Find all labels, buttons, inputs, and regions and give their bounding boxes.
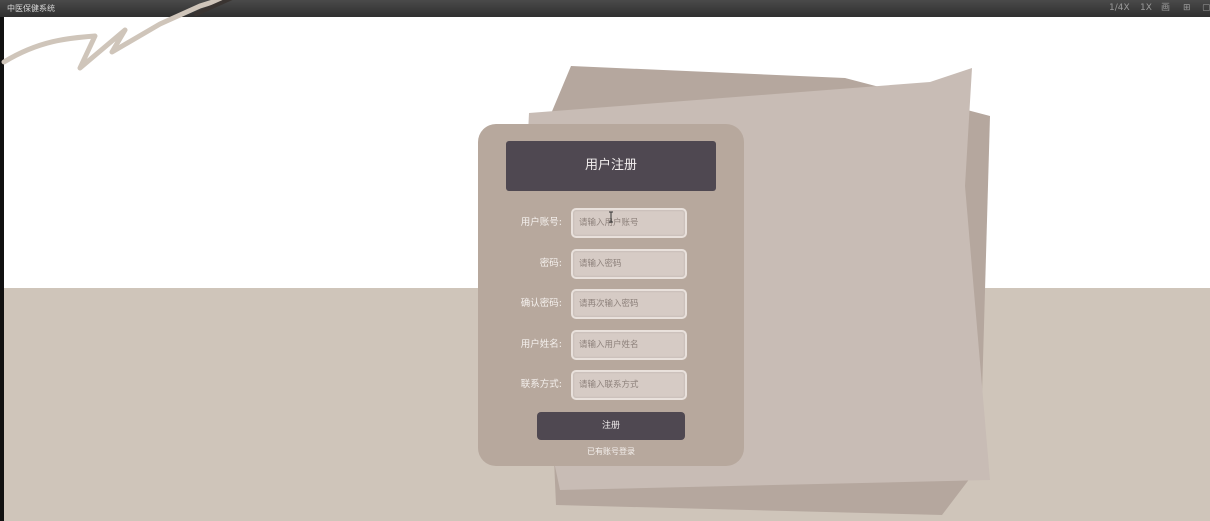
confirm-password-label: 确认密码: xyxy=(520,298,562,309)
login-link[interactable]: 已有账号登录 xyxy=(478,446,744,457)
register-card: 用户注册 用户账号: 密码: 确认密码: 用户姓名: 联系方式: 注册 已有账号… xyxy=(478,124,744,466)
name-input[interactable] xyxy=(571,330,687,360)
form-row-name: 用户姓名: xyxy=(478,330,744,360)
register-title: 用户注册 xyxy=(506,141,716,191)
contact-label: 联系方式: xyxy=(520,379,562,390)
name-label: 用户姓名: xyxy=(520,339,562,350)
confirm-password-input[interactable] xyxy=(571,289,687,319)
account-input[interactable] xyxy=(571,208,687,238)
form-row-password: 密码: xyxy=(478,249,744,279)
account-label: 用户账号: xyxy=(520,217,562,228)
form-row-contact: 联系方式: xyxy=(478,370,744,400)
text-cursor-icon xyxy=(609,211,613,223)
form-row-confirm-password: 确认密码: xyxy=(478,289,744,319)
register-button[interactable]: 注册 xyxy=(537,412,685,440)
contact-input[interactable] xyxy=(571,370,687,400)
password-input[interactable] xyxy=(571,249,687,279)
password-label: 密码: xyxy=(539,258,562,269)
